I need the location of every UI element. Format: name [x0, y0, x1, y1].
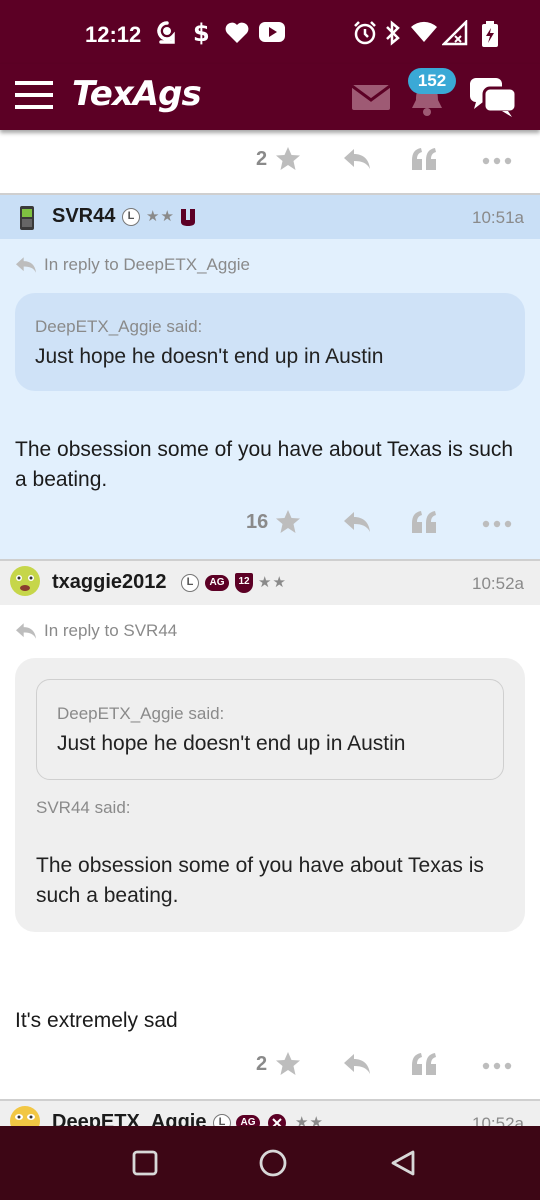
rank-stars: ★★: [258, 574, 287, 591]
star-count: 16: [246, 511, 269, 533]
notification-g-icon: [157, 21, 175, 44]
alarm-icon: [354, 21, 376, 45]
post-header: txaggie2012 L AG 12 ★★ 10:52a: [0, 561, 540, 605]
username[interactable]: txaggie2012: [52, 571, 167, 594]
post-actions: 16: [0, 493, 540, 557]
post-body: The obsession some of you have about Tex…: [15, 438, 514, 491]
reply-icon[interactable]: [342, 509, 372, 535]
bluetooth-icon: [386, 20, 400, 46]
back-icon[interactable]: [388, 1148, 418, 1178]
post-time: 10:52a: [472, 574, 524, 593]
username[interactable]: SVR44: [52, 205, 115, 228]
home-icon[interactable]: [258, 1148, 288, 1178]
more-icon[interactable]: [482, 1051, 512, 1077]
quote-author: SVR44 said:: [36, 798, 131, 817]
quote-author: DeepETX_Aggie said:: [35, 317, 203, 336]
star-count: 2: [256, 1053, 268, 1075]
more-icon[interactable]: [482, 509, 512, 535]
reply-to-link[interactable]: In reply to DeepETX_Aggie: [44, 255, 250, 275]
reply-icon[interactable]: [342, 1051, 372, 1077]
level-badge: L: [122, 208, 140, 226]
system-nav-bar: [0, 1126, 540, 1200]
star-icon[interactable]: [275, 146, 301, 172]
post-txaggie2012: txaggie2012 L AG 12 ★★ 10:52a In reply t…: [0, 561, 540, 1099]
wifi-icon: [411, 21, 437, 42]
post-time: 10:51a: [472, 208, 524, 227]
post-header: SVR44 L ★★ 10:51a: [0, 195, 540, 239]
twelfth-man-badge: 12: [235, 573, 253, 593]
screen: 12:12 $ TexAgs 152 2 SVR44 L ★★ 10:51a I…: [0, 0, 540, 1200]
quote-block: DeepETX_Aggie said: Just hope he doesn't…: [15, 293, 525, 391]
phone-avatar-icon: [20, 206, 34, 230]
level-badge: L: [181, 574, 199, 592]
post-actions-top: 2: [0, 130, 540, 194]
post-actions: 2: [0, 1035, 540, 1099]
dollar-icon: $: [193, 20, 210, 46]
recents-icon[interactable]: [131, 1149, 159, 1177]
quote-icon[interactable]: [410, 146, 438, 172]
quote-author: DeepETX_Aggie said:: [57, 704, 225, 723]
post-body: It's extremely sad: [15, 1009, 178, 1032]
more-icon[interactable]: [482, 146, 512, 172]
battery-icon: [482, 21, 498, 47]
notification-count-badge: 152: [408, 68, 456, 94]
quote-text: Just hope he doesn't end up in Austin: [57, 732, 406, 755]
quote-icon[interactable]: [410, 1051, 438, 1077]
star-icon[interactable]: [275, 1051, 301, 1077]
reply-arrow-icon: [16, 623, 36, 639]
reply-to-link[interactable]: In reply to SVR44: [44, 621, 177, 641]
status-time: 12:12: [85, 22, 142, 47]
texags-logo[interactable]: TexAgs: [72, 74, 202, 114]
signal-icon: [442, 20, 468, 46]
rank-stars: ★★: [146, 208, 175, 225]
chat-icon[interactable]: [468, 76, 518, 118]
menu-icon[interactable]: [15, 79, 53, 111]
star-count: 2: [256, 148, 268, 170]
svg-text:$: $: [193, 20, 210, 46]
star-icon[interactable]: [275, 509, 301, 535]
quote-block: DeepETX_Aggie said: Just hope he doesn't…: [15, 658, 525, 932]
nested-quote-block: DeepETX_Aggie said: Just hope he doesn't…: [36, 679, 504, 780]
reply-icon[interactable]: [342, 146, 372, 172]
post-svr44: SVR44 L ★★ 10:51a In reply to DeepETX_Ag…: [0, 195, 540, 559]
texas-longhorns-badge-icon: [181, 209, 195, 226]
youtube-icon: [259, 22, 285, 42]
ag-badge: AG: [205, 575, 229, 591]
heart-icon: [225, 22, 249, 43]
app-header: TexAgs 152: [0, 64, 540, 130]
emoji-avatar-icon: [10, 566, 40, 596]
quote-text: The obsession some of you have about Tex…: [36, 854, 484, 907]
quote-text: Just hope he doesn't end up in Austin: [35, 345, 384, 368]
reply-arrow-icon: [16, 257, 36, 273]
status-bar: 12:12 $: [0, 0, 540, 64]
quote-icon[interactable]: [410, 509, 438, 535]
mail-icon[interactable]: [352, 83, 390, 111]
